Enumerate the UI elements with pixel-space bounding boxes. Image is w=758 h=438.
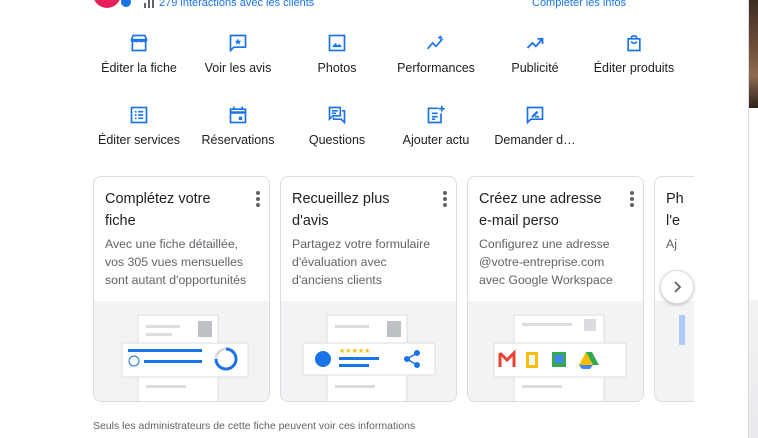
- carousel-next-button[interactable]: [660, 270, 694, 304]
- background-area: [749, 300, 758, 438]
- chevron-right-icon: [674, 281, 682, 293]
- action-add-post[interactable]: Ajouter actu: [381, 105, 491, 147]
- question-answer-icon: [328, 106, 346, 125]
- verified-icon: [120, 0, 132, 8]
- action-label: Éditer services: [98, 133, 180, 147]
- trending-up-icon: [526, 37, 544, 49]
- card-title: Ph l'e: [666, 191, 684, 229]
- action-label: Questions: [308, 133, 366, 147]
- action-edit-profile[interactable]: Éditer la fiche: [84, 33, 194, 75]
- action-advertising[interactable]: Publicité: [480, 33, 590, 75]
- complete-info-link[interactable]: Compléter les infos: [532, 0, 626, 9]
- action-photos[interactable]: Photos: [282, 33, 392, 75]
- bar-chart-icon: [144, 0, 154, 8]
- action-edit-products[interactable]: Éditer produits: [579, 33, 689, 75]
- card-title: Créez une adresse e-mail perso: [479, 191, 602, 229]
- business-avatar: [93, 0, 121, 8]
- photo-icon: [328, 34, 346, 52]
- card-description: Configurez une adresse @votre-entreprise.…: [479, 237, 613, 287]
- action-edit-services[interactable]: Éditer services: [84, 105, 194, 147]
- action-label: Réservations: [201, 133, 275, 147]
- action-performance[interactable]: Performances: [381, 33, 491, 75]
- more-vert-icon[interactable]: [630, 191, 634, 207]
- action-bookings[interactable]: Réservations: [183, 105, 293, 147]
- suggestion-card-collect-reviews[interactable]: Recueillez plus d'avis Partagez votre for…: [280, 176, 457, 402]
- card-description: Partagez votre formulaire d'évaluation av…: [292, 237, 431, 287]
- sparkle-trend-icon: [427, 34, 444, 50]
- action-label: Éditer produits: [593, 61, 675, 75]
- action-label: Photos: [317, 61, 357, 75]
- interactions-link[interactable]: 279 interactions avec les clients: [159, 0, 314, 9]
- action-view-reviews[interactable]: Voir les avis: [183, 33, 293, 75]
- storefront-icon: [130, 34, 148, 52]
- suggestion-card-custom-email[interactable]: Créez une adresse e-mail perso Configurez…: [467, 176, 644, 402]
- admin-only-note: Seuls les administrateurs de cette fiche…: [93, 420, 416, 432]
- request-review-icon: [526, 106, 544, 125]
- action-label: Ajouter actu: [402, 133, 470, 147]
- card-title: Recueillez plus d'avis: [292, 191, 390, 229]
- more-vert-icon[interactable]: [443, 191, 447, 207]
- card-illustration: [94, 301, 269, 401]
- add-post-icon: [427, 105, 445, 124]
- action-label: Performances: [397, 61, 475, 75]
- card-title: Complétez votre fiche: [105, 191, 211, 229]
- shopping-bag-icon: [627, 35, 641, 52]
- card-illustration: ★★★★★: [281, 301, 456, 401]
- card-description: Avec une fiche détaillée, vos 305 vues me…: [105, 237, 247, 287]
- action-request-reviews[interactable]: Demander d…: [480, 105, 590, 147]
- action-label: Éditer la fiche: [101, 61, 177, 75]
- more-vert-icon[interactable]: [256, 191, 260, 207]
- suggestion-card-complete-profile[interactable]: Complétez votre fiche Avec une fiche déta…: [93, 176, 270, 402]
- card-illustration: [655, 301, 694, 401]
- card-illustration: [468, 301, 643, 401]
- list-icon: [130, 106, 148, 124]
- action-label: Demander d…: [494, 133, 576, 147]
- action-questions[interactable]: Questions: [282, 105, 392, 147]
- calendar-icon: [229, 106, 247, 124]
- svg-text:★★★★★: ★★★★★: [339, 347, 370, 355]
- action-label: Publicité: [511, 61, 559, 75]
- action-label: Voir les avis: [204, 61, 272, 75]
- profile-header-strip: 279 interactions avec les clients Complé…: [0, 0, 758, 12]
- card-description: Aj: [666, 237, 677, 251]
- background-photo: [749, 0, 758, 108]
- star-review-icon: [229, 34, 247, 53]
